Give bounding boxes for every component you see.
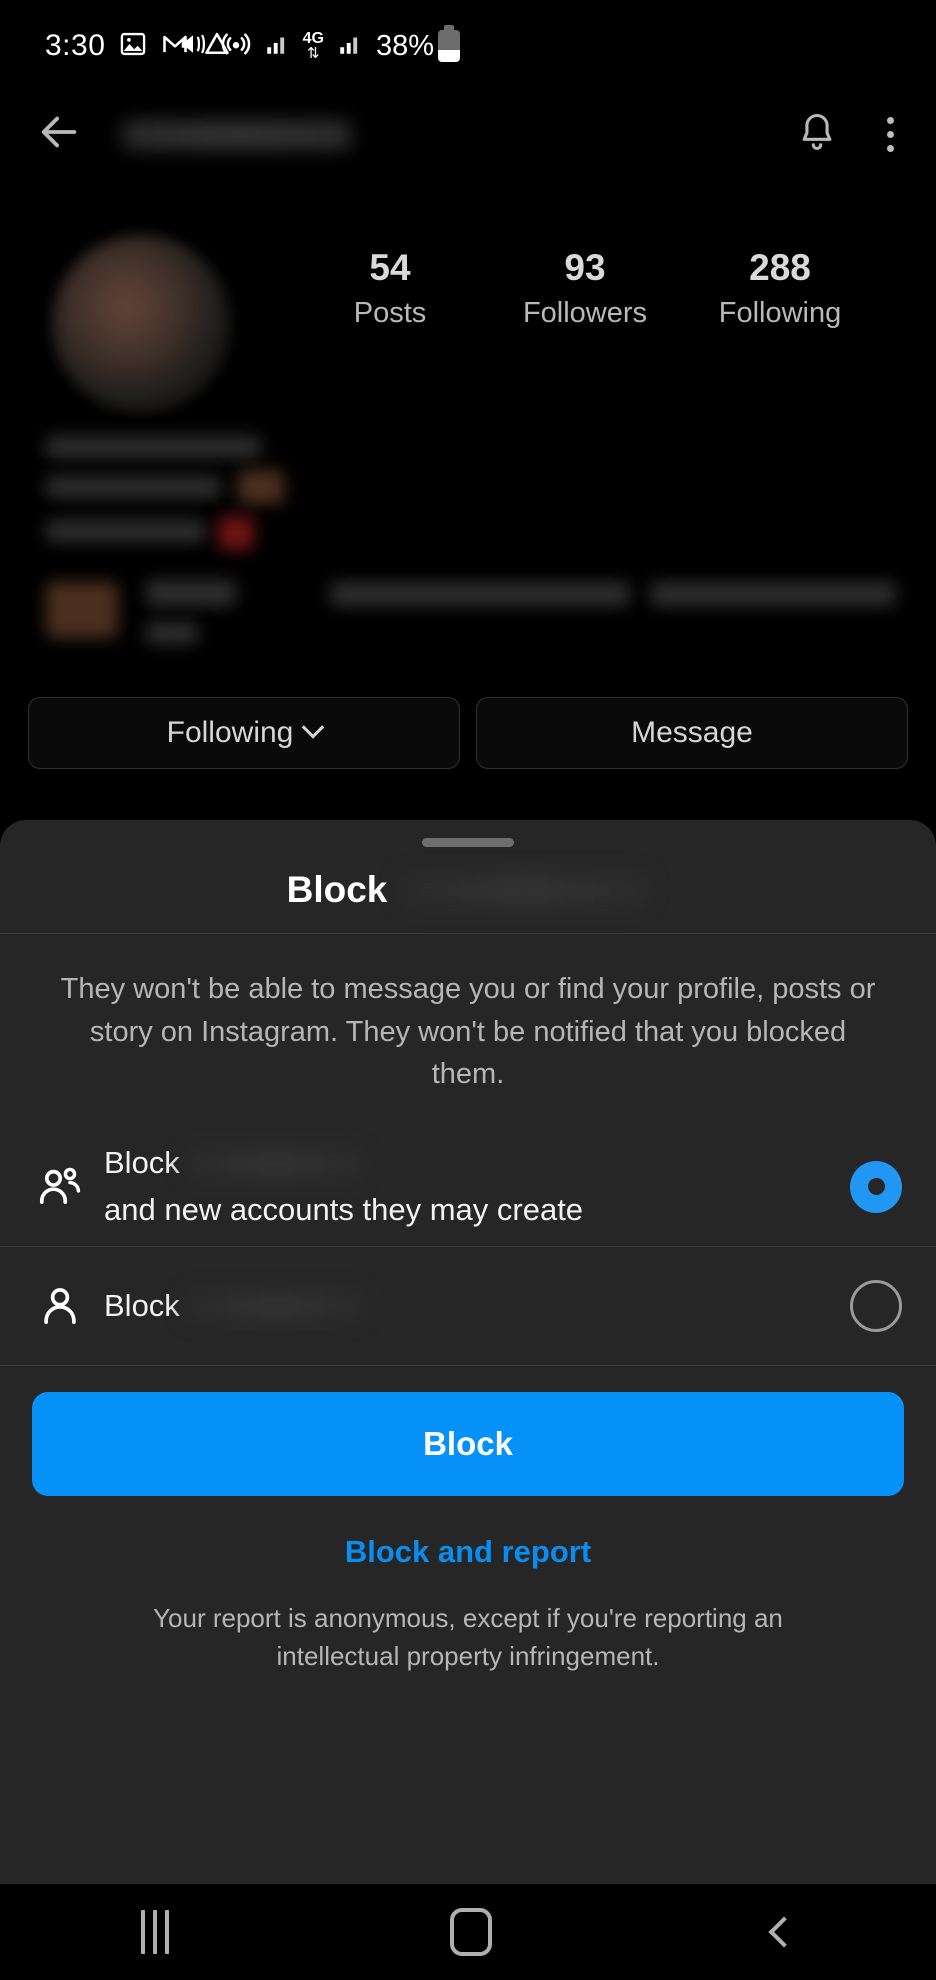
message-button[interactable]: Message — [476, 697, 908, 769]
block-bottom-sheet: Block They won't be able to message you … — [0, 820, 936, 1884]
status-bar-right: 4G ⇅ 38% — [178, 25, 460, 64]
following-button[interactable]: Following — [28, 697, 460, 769]
battery-icon — [438, 25, 460, 62]
person-icon — [34, 1280, 104, 1332]
back-arrow-icon[interactable] — [36, 109, 82, 160]
bio-link-thumb — [46, 582, 118, 638]
block-option-single-account[interactable]: Block — [0, 1247, 936, 1365]
back-icon[interactable] — [768, 1916, 800, 1948]
system-navigation-bar — [0, 1884, 936, 1980]
home-icon[interactable] — [449, 1908, 492, 1956]
bio-line — [330, 582, 630, 606]
profile-action-buttons: Following Message — [0, 697, 936, 769]
hotspot-icon — [221, 29, 251, 64]
recents-icon[interactable] — [140, 1910, 169, 1954]
avatar[interactable] — [52, 235, 230, 413]
more-options-icon[interactable] — [887, 117, 894, 152]
bio-line — [650, 582, 896, 606]
sheet-title-username-redacted — [399, 873, 650, 907]
stat-posts-count: 54 — [369, 247, 411, 288]
bio-line — [146, 622, 198, 644]
phone-screen: 3:30 4G ⇅ 38% 54 Posts 93 Followers 288 … — [0, 0, 936, 1980]
bio-emoji — [238, 470, 284, 504]
block-option-single-account-label: Block — [104, 1283, 850, 1330]
bio-line — [46, 436, 261, 458]
bio-line — [146, 580, 236, 606]
stat-following-label: Following — [718, 297, 842, 330]
following-button-label: Following — [166, 716, 294, 749]
option1-text-after: and new accounts they may create — [104, 1191, 584, 1227]
radio-single-account[interactable] — [850, 1279, 902, 1332]
stat-posts-label: Posts — [353, 297, 427, 330]
stat-following[interactable]: 288 Following — [690, 245, 870, 330]
block-confirm-button[interactable]: Block — [32, 1391, 904, 1496]
sheet-title-text: Block — [286, 869, 388, 910]
block-option-new-accounts-label: Block and new accounts they may create — [104, 1140, 850, 1233]
message-button-label: Message — [631, 716, 753, 749]
chevron-down-icon — [302, 716, 325, 739]
option2-username-redacted — [183, 1290, 364, 1321]
stat-followers-label: Followers — [522, 297, 648, 330]
sheet-description: They won't be able to message you or fin… — [60, 973, 876, 1091]
data-transfer-icon: 4G ⇅ — [302, 30, 324, 62]
bio-line — [46, 520, 206, 542]
sheet-title: Block — [0, 847, 936, 933]
status-bar: 3:30 4G ⇅ 38% — [0, 0, 936, 92]
stat-following-count: 288 — [749, 247, 811, 288]
profile-stats: 54 Posts 93 Followers 288 Following — [300, 245, 870, 330]
option1-text-before: Block — [104, 1145, 180, 1181]
profile-bio-redacted — [0, 436, 936, 656]
signal-bars-icon — [264, 31, 290, 62]
stat-posts[interactable]: 54 Posts — [300, 245, 480, 330]
battery-percent: 38% — [375, 29, 434, 62]
option2-text-before: Block — [104, 1287, 180, 1323]
block-option-new-accounts[interactable]: Block and new accounts they may create — [0, 1128, 936, 1246]
stat-followers[interactable]: 93 Followers — [495, 245, 675, 330]
bio-line — [46, 476, 221, 498]
block-and-report-link[interactable]: Block and report — [32, 1496, 904, 1570]
status-clock: 3:30 — [45, 29, 106, 62]
radio-new-accounts[interactable] — [850, 1160, 902, 1213]
signal-bars-icon — [337, 31, 363, 62]
option1-username-redacted — [183, 1148, 364, 1179]
sheet-drag-handle[interactable] — [422, 838, 514, 847]
notifications-bell-icon[interactable] — [795, 110, 839, 159]
two-people-icon — [34, 1161, 104, 1213]
bio-emoji — [218, 516, 254, 550]
mute-icon — [178, 29, 208, 64]
profile-username-redacted — [122, 119, 352, 150]
stat-followers-count: 93 — [564, 247, 606, 288]
photos-icon — [119, 30, 147, 63]
battery-indicator: 38% — [375, 25, 460, 63]
sheet-actions: Block Block and report Your report is an… — [0, 1366, 936, 1675]
report-fineprint: Your report is anonymous, except if you'… — [153, 1602, 783, 1671]
app-bar — [0, 92, 936, 177]
